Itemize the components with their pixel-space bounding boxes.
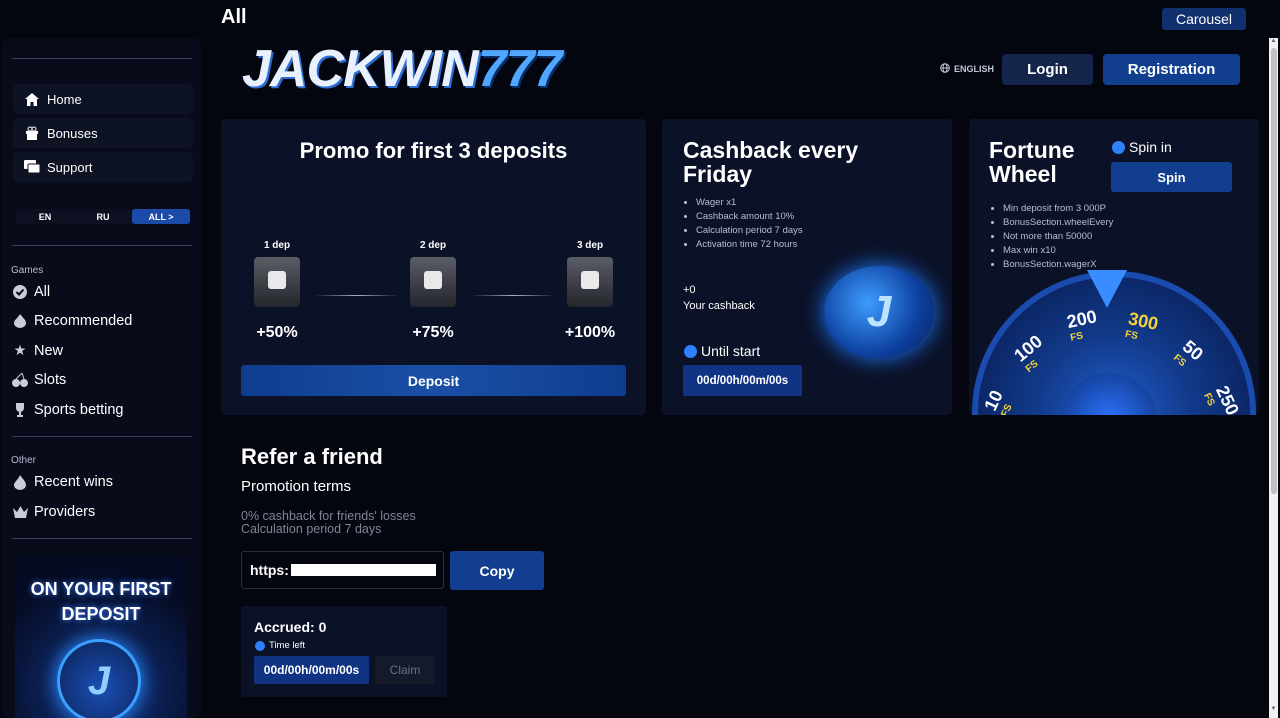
jackwin-logo[interactable]: JACKWIN 777 bbox=[242, 40, 607, 98]
scroll-up-icon[interactable]: ▲ bbox=[1269, 38, 1278, 48]
claim-button[interactable]: Claim bbox=[375, 656, 435, 684]
banner-text: ON YOUR FIRST DEPOSIT bbox=[30, 579, 172, 624]
refer-timer: 00d/00h/00m/00s bbox=[254, 656, 369, 684]
tier-connector bbox=[314, 295, 399, 296]
fortune-wheel-card: Fortune Wheel Spin in Spin Min deposit f… bbox=[969, 119, 1259, 415]
lang-en-button[interactable]: EN bbox=[16, 209, 74, 224]
cashback-title: Cashback every Friday bbox=[683, 137, 859, 187]
spin-button[interactable]: Spin bbox=[1111, 162, 1232, 192]
sidebar-item-all[interactable]: All bbox=[12, 282, 50, 302]
sidebar-item-label: Bonuses bbox=[47, 125, 98, 141]
scrollbar-thumb[interactable] bbox=[1271, 48, 1277, 494]
wheel-segment: 200 FS bbox=[1065, 306, 1099, 344]
promo-title: Promo for first 3 deposits bbox=[299, 138, 568, 163]
fortune-terms: Min deposit from 3 000P BonusSection.whe… bbox=[1003, 202, 1113, 272]
home-icon bbox=[23, 92, 41, 106]
accrued-value: Accrued: 0 bbox=[254, 619, 327, 635]
locked-gift-icon bbox=[410, 257, 456, 307]
sidebar-item-providers[interactable]: Providers bbox=[12, 502, 95, 522]
locked-gift-icon bbox=[567, 257, 613, 307]
locked-gift-icon bbox=[254, 257, 300, 307]
sidebar-item-label: Recommended bbox=[34, 313, 133, 329]
refer-terms: 0% cashback for friends' losses Calculat… bbox=[241, 509, 416, 536]
star-icon: ★ bbox=[13, 343, 27, 359]
sidebar-divider bbox=[12, 58, 192, 59]
language-selector[interactable]: ENGLISH bbox=[940, 63, 994, 75]
sidebar-item-label: Recent wins bbox=[34, 474, 113, 490]
flame-icon bbox=[12, 313, 28, 329]
redacted-link bbox=[290, 564, 436, 576]
sidebar-item-recommended[interactable]: Recommended bbox=[12, 311, 132, 331]
sidebar-item-slots[interactable]: Slots bbox=[12, 370, 66, 390]
lang-ru-button[interactable]: RU bbox=[74, 209, 132, 224]
sidebar-item-label: New bbox=[34, 343, 64, 359]
cashback-timer: 00d/00h/00m/00s bbox=[683, 365, 802, 396]
sidebar-item-label: All bbox=[34, 284, 51, 300]
deposit-tier: 2 dep +75% bbox=[403, 240, 463, 342]
sidebar-item-sports-betting[interactable]: Sports betting bbox=[12, 400, 123, 420]
trophy-icon bbox=[12, 402, 28, 418]
refer-title: Refer a friend bbox=[241, 444, 383, 469]
other-section-label: Other bbox=[11, 455, 37, 466]
sidebar-item-new[interactable]: ★ New bbox=[12, 341, 64, 361]
sidebar-divider bbox=[12, 538, 192, 539]
language-switcher: EN RU ALL > bbox=[16, 209, 190, 224]
tier-connector bbox=[471, 295, 556, 296]
cashback-terms: Wager x1 Cashback amount 10% Calculation… bbox=[696, 196, 803, 252]
scroll-down-icon[interactable]: ▼ bbox=[1269, 706, 1278, 716]
page-title: All bbox=[221, 6, 247, 28]
lang-all-button[interactable]: ALL > bbox=[132, 209, 190, 224]
sidebar-item-recent-wins[interactable]: Recent wins bbox=[12, 472, 113, 492]
sidebar-item-home[interactable]: Home bbox=[13, 84, 193, 114]
globe-icon bbox=[940, 63, 950, 75]
clock-icon bbox=[1112, 140, 1125, 154]
wheel-pointer-icon bbox=[1087, 270, 1127, 308]
accrued-panel: Accrued: 0 Time left 00d/00h/00m/00s Cla… bbox=[241, 606, 447, 697]
cherries-icon bbox=[12, 372, 28, 388]
gift-icon bbox=[23, 126, 41, 140]
sidebar-item-label: Home bbox=[47, 91, 82, 107]
deposit-tier: 3 dep +100% bbox=[564, 240, 616, 341]
login-button[interactable]: Login bbox=[1002, 54, 1093, 85]
sidebar-divider bbox=[12, 245, 192, 246]
sidebar-item-label: Sports betting bbox=[34, 402, 124, 418]
time-left-label: Time left bbox=[255, 640, 305, 651]
games-section-label: Games bbox=[11, 265, 44, 276]
crown-icon bbox=[12, 504, 28, 520]
sidebar: Home Bonuses Support EN RU ALL > Games A… bbox=[2, 38, 201, 718]
referral-link-field[interactable]: https: bbox=[241, 551, 444, 589]
fire-icon bbox=[12, 474, 28, 490]
chat-icon bbox=[23, 160, 41, 174]
promotion-terms-label: Promotion terms bbox=[241, 478, 352, 495]
j-coin-icon: J bbox=[57, 639, 141, 718]
carousel-button[interactable]: Carousel bbox=[1162, 8, 1246, 30]
sidebar-item-label: Support bbox=[47, 159, 93, 175]
copy-button[interactable]: Copy bbox=[450, 551, 544, 590]
sidebar-item-label: Providers bbox=[34, 504, 96, 520]
promo-deposits-card: Promo for first 3 deposits 1 dep +50% 2 … bbox=[221, 119, 646, 415]
cashback-value: +0 Your cashback bbox=[683, 284, 755, 312]
cashback-card: Cashback every Friday Wager x1 Cashback … bbox=[662, 119, 952, 415]
sidebar-item-bonuses[interactable]: Bonuses bbox=[13, 118, 193, 148]
sidebar-item-label: Slots bbox=[34, 372, 67, 388]
clock-icon bbox=[684, 344, 697, 358]
spin-in-label: Spin in bbox=[1112, 139, 1172, 155]
registration-button[interactable]: Registration bbox=[1103, 54, 1240, 85]
sidebar-item-support[interactable]: Support bbox=[13, 152, 193, 182]
check-circle-icon bbox=[12, 284, 28, 300]
first-deposit-banner[interactable]: ON YOUR FIRST DEPOSIT J bbox=[15, 557, 187, 718]
sidebar-divider bbox=[12, 436, 192, 437]
j-coin-icon: J bbox=[824, 266, 934, 358]
clock-icon bbox=[255, 640, 265, 651]
deposit-button[interactable]: Deposit bbox=[241, 365, 626, 396]
deposit-tier: 1 dep +50% bbox=[247, 240, 307, 342]
until-start-label: Until start bbox=[684, 343, 760, 359]
fortune-title: Fortune Wheel bbox=[989, 137, 1075, 187]
